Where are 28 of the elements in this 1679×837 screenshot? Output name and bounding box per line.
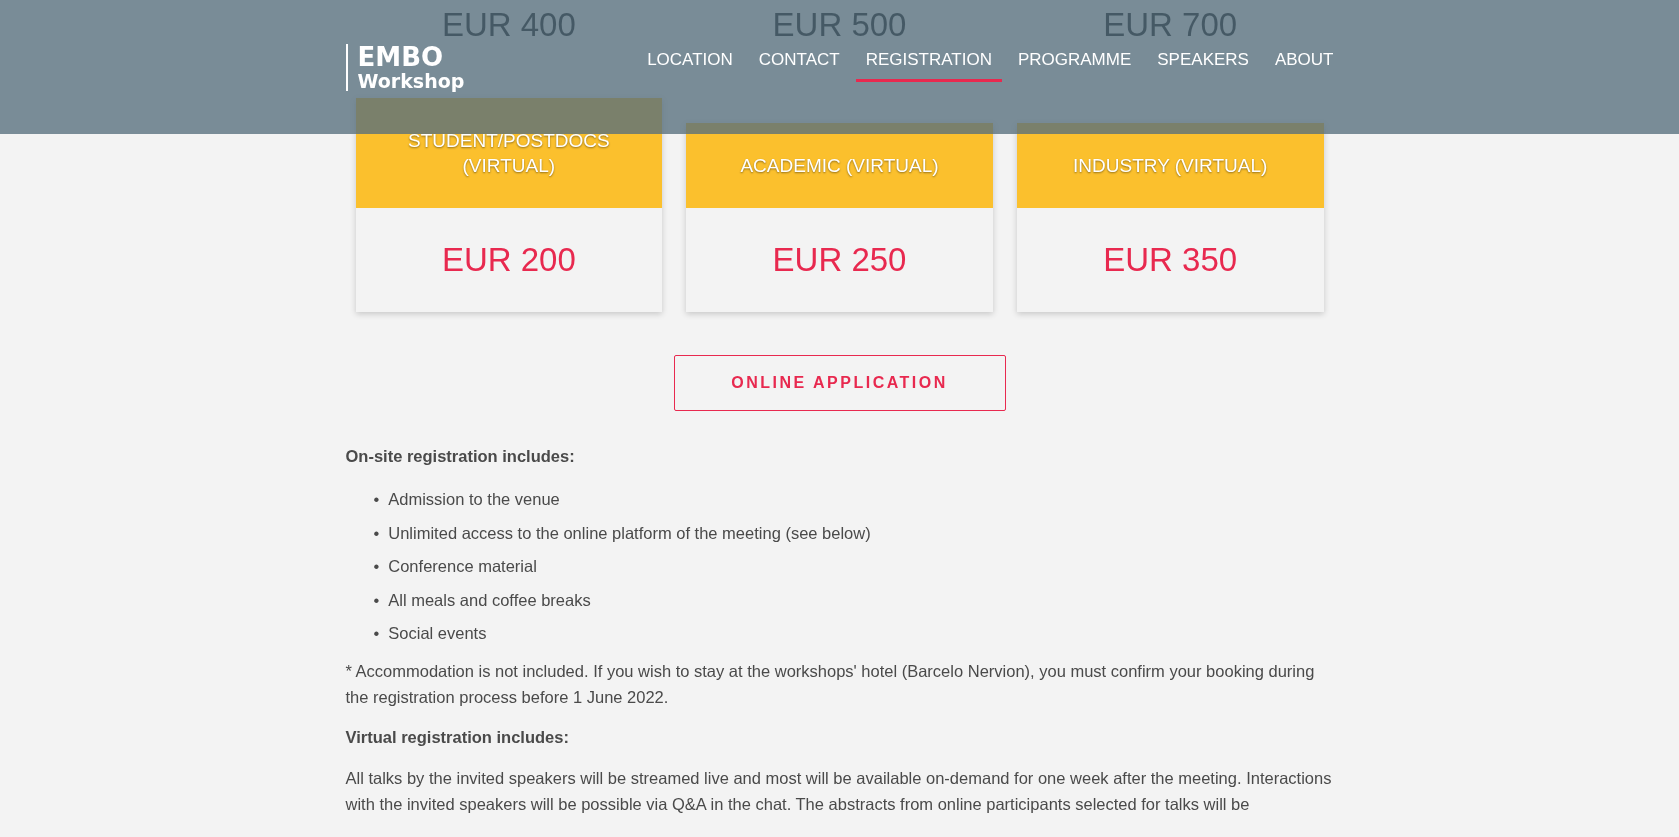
- section-heading: Virtual registration includes:: [345, 728, 570, 747]
- price-text: EUR 200: [441, 241, 576, 279]
- nav-link[interactable]: CONTACT: [748, 44, 850, 82]
- category-text: ACADEMIC (VIRTUAL): [740, 154, 939, 178]
- bullet-text: •: [373, 556, 380, 577]
- online-application-button[interactable]: ONLINE APPLICATION: [673, 355, 1006, 411]
- price-text: EUR 350: [1103, 241, 1238, 279]
- paragraph: * Accommodation is not included. If you wish to stay at the workshops' hotel (Barcelo Nervion), you must confirm your booking during the registration process before 1 June 2022.: [345, 661, 1316, 708]
- bullet-text: •: [373, 623, 380, 644]
- list-item: Social events: [388, 623, 487, 644]
- list-item: Unlimited access to the online platform of the meeting (see below): [388, 522, 871, 544]
- bullet-text: •: [373, 522, 380, 544]
- category-text: INDUSTRY (VIRTUAL): [1073, 154, 1268, 178]
- list-item: All meals and coffee breaks: [388, 589, 591, 611]
- list-item: Conference material: [388, 556, 537, 577]
- nav-link[interactable]: LOCATION: [637, 44, 743, 82]
- bullet-text: •: [373, 489, 380, 510]
- category-text: STUDENT/POSTDOCS (VIRTUAL): [407, 129, 611, 178]
- nav-link[interactable]: PROGRAMME: [1007, 44, 1142, 82]
- list-item: Admission to the venue: [388, 489, 560, 510]
- price-text: EUR 250: [772, 241, 907, 279]
- paragraph: All talks by the invited speakers will be streamed live and most will be available on-demand for one week after the meeting. Interactions with the invited speakers will be possible via Q&A in the chat. The abstracts from online participants selected for talks will be: [345, 768, 1333, 815]
- section-heading: On-site registration includes:: [345, 447, 576, 466]
- nav-link[interactable]: SPEAKERS: [1147, 44, 1259, 82]
- bullet-text: •: [373, 589, 380, 611]
- nav-link[interactable]: ABOUT: [1264, 44, 1344, 82]
- nav-link[interactable]: REGISTRATION: [855, 44, 1002, 82]
- logo[interactable]: EMBO Workshop: [345, 44, 465, 91]
